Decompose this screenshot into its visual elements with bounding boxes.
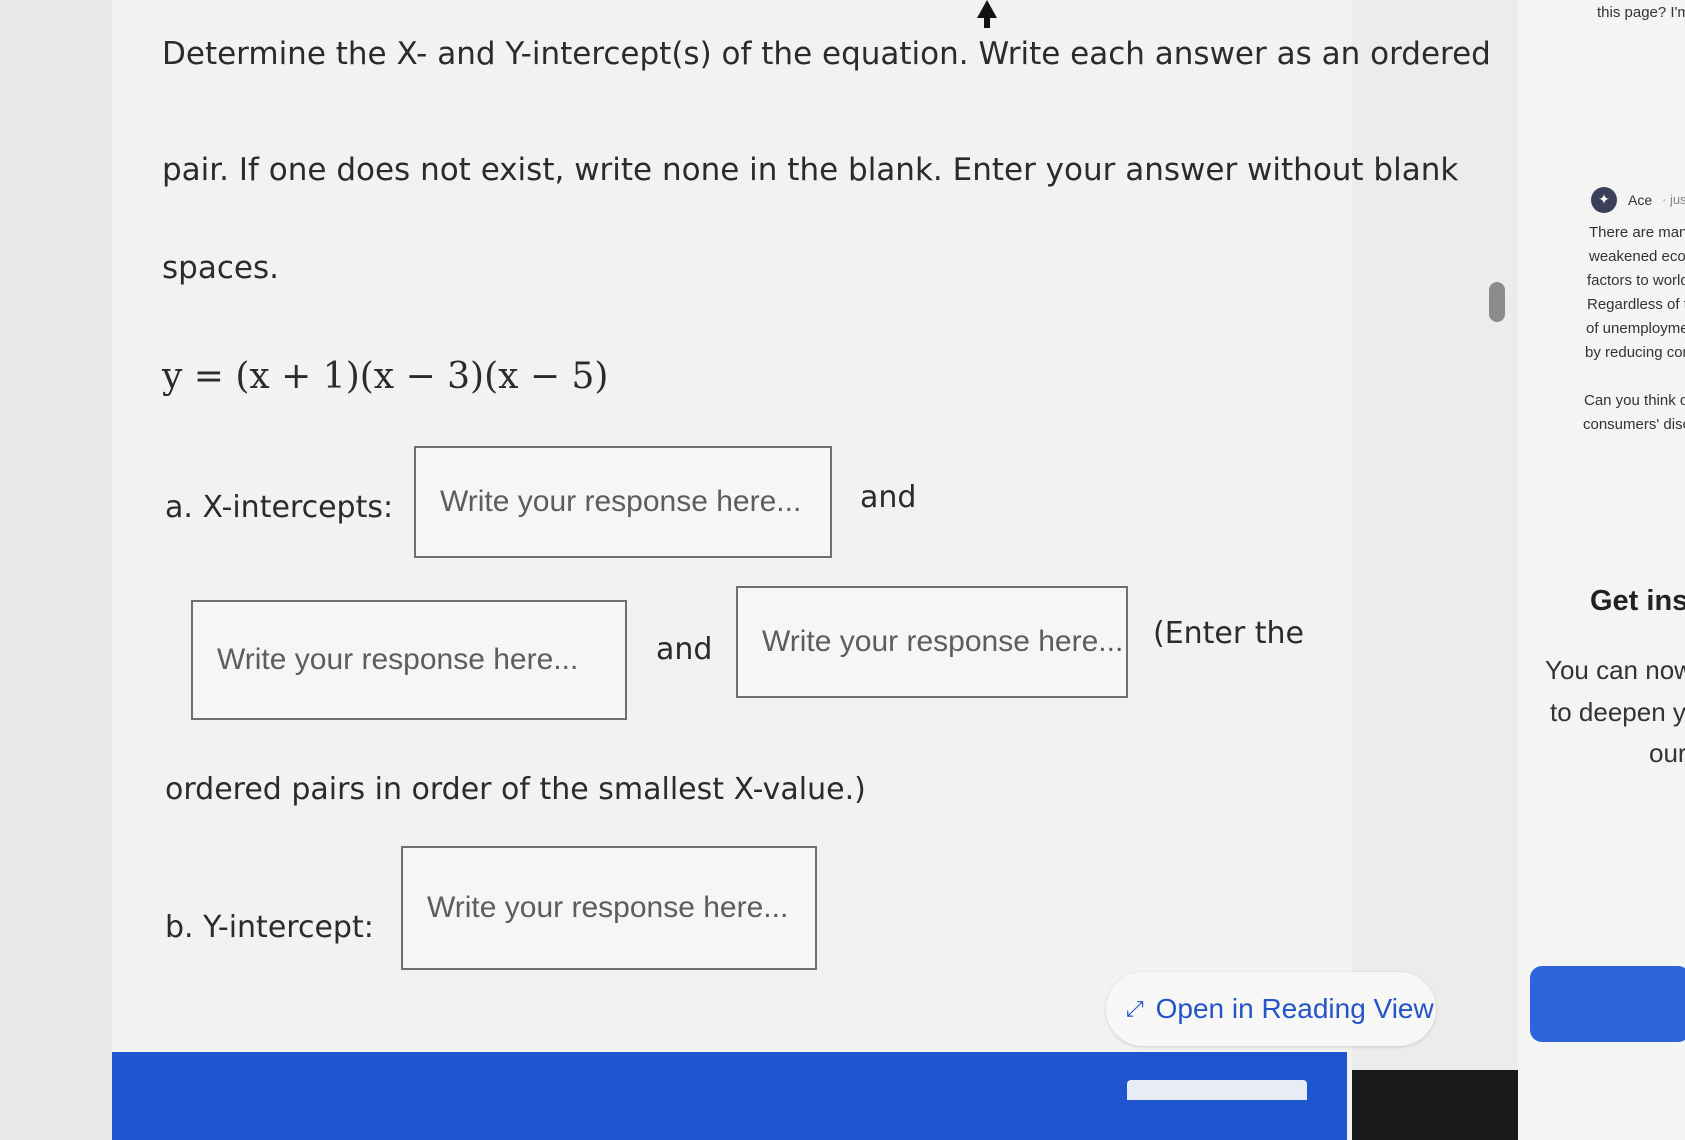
author-name: Ace: [1628, 192, 1653, 208]
rp-line-3: factors to world: [1587, 272, 1685, 289]
equation: y = (x + 1)(x − 3)(x − 5): [162, 356, 609, 397]
rp-line-1: There are many: [1589, 224, 1685, 241]
order-note: ordered pairs in order of the smallest X…: [165, 772, 866, 807]
get-instant-heading: Get inst: [1590, 585, 1685, 617]
y-intercept-label: b. Y-intercept:: [165, 910, 374, 945]
bottom-tab[interactable]: [1127, 1080, 1307, 1100]
scrollbar-thumb[interactable]: [1489, 282, 1505, 322]
reading-view-label: Open in Reading View: [1155, 993, 1434, 1024]
mouse-cursor-tail: [984, 14, 990, 28]
question-line-3: spaces.: [162, 250, 279, 286]
rp-line-2: weakened econ: [1589, 248, 1685, 265]
open-reading-view-button[interactable]: ⤢ Open in Reading View: [1106, 972, 1436, 1046]
left-gutter: [0, 0, 112, 1140]
rp-line-5: of unemployme: [1586, 320, 1685, 337]
y-intercept-input[interactable]: [401, 846, 817, 970]
rp-line-7: Can you think of: [1584, 392, 1685, 409]
question-line-2: pair. If one does not exist, write none …: [162, 152, 1459, 188]
enter-the-text: (Enter the: [1153, 616, 1304, 651]
expand-arrows-icon: ⤢: [1126, 996, 1144, 1021]
author-meta: · jus: [1662, 192, 1685, 207]
rp-body-3: our: [1649, 738, 1685, 768]
rp-body-2: to deepen yo: [1550, 697, 1685, 727]
x-intercept-input-2[interactable]: [191, 600, 627, 720]
x-intercepts-label: a. X-intercepts:: [165, 490, 394, 525]
question-line-1: Determine the X- and Y-intercept(s) of t…: [162, 36, 1491, 72]
rp-line-6: by reducing con: [1585, 344, 1685, 361]
rp-body-1: You can now: [1545, 655, 1685, 685]
and-text-2: and: [656, 632, 713, 667]
bottom-blue-bar: [112, 1052, 1347, 1140]
x-intercept-input-3[interactable]: [736, 586, 1128, 698]
and-text-1: and: [860, 480, 917, 515]
right-action-button[interactable]: [1530, 966, 1685, 1042]
ace-avatar-icon: ✦: [1591, 187, 1617, 213]
right-top-text: this page? I'm: [1597, 4, 1685, 21]
rp-line-8: consumers' disc: [1583, 416, 1685, 433]
x-intercept-input-1[interactable]: [414, 446, 832, 558]
rp-line-4: Regardless of th: [1587, 296, 1685, 313]
